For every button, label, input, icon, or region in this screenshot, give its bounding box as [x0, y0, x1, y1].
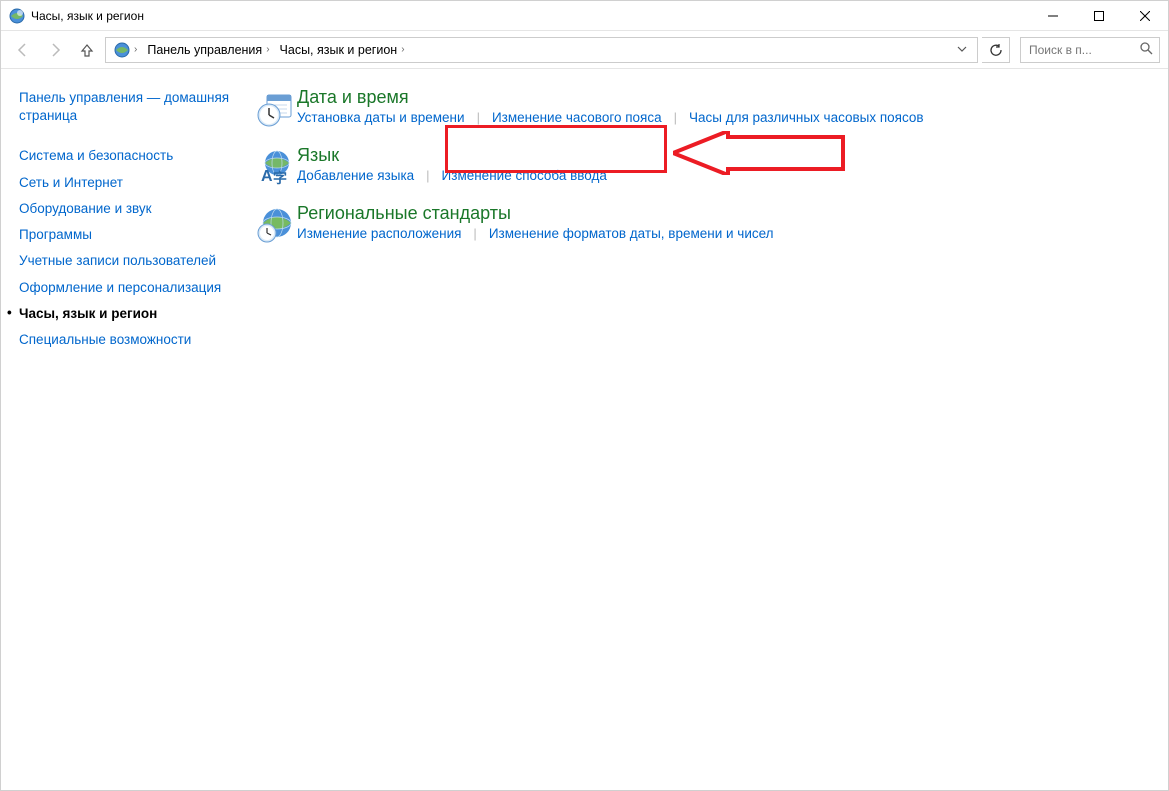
sidebar-item-clock-language-region[interactable]: Часы, язык и регион [19, 301, 233, 327]
sidebar-item-accessibility[interactable]: Специальные возможности [19, 327, 233, 353]
search-box[interactable] [1020, 37, 1160, 63]
window-controls [1030, 1, 1168, 30]
refresh-button[interactable] [982, 37, 1010, 63]
sidebar-item-accounts[interactable]: Учетные записи пользователей [19, 248, 233, 274]
search-input[interactable] [1027, 42, 1140, 58]
section-language: A 字 Язык Добавление языка | Изменение сп… [253, 145, 1150, 195]
language-globe-icon: A 字 [253, 145, 297, 189]
sidebar-item-appearance[interactable]: Оформление и персонализация [19, 275, 233, 301]
sublink-change-formats[interactable]: Изменение форматов даты, времени и чисел [489, 224, 774, 243]
clock-calendar-icon [253, 87, 297, 131]
nav-back-button[interactable] [9, 36, 37, 64]
nav-forward-button[interactable] [41, 36, 69, 64]
section-region: Региональные стандарты Изменение располо… [253, 203, 1150, 253]
chevron-right-icon: › [134, 44, 137, 55]
divider: | [674, 110, 677, 125]
breadcrumb-seg-1[interactable]: Панель управления › [143, 43, 273, 57]
sidebar: Панель управления — домашняя страница Си… [1, 69, 243, 790]
globe-region-icon [253, 203, 297, 247]
breadcrumb-root-icon[interactable]: › [110, 42, 141, 58]
sidebar-item-programs[interactable]: Программы [19, 222, 233, 248]
sidebar-home-link[interactable]: Панель управления — домашняя страница [19, 85, 233, 129]
titlebar: Часы, язык и регион [1, 1, 1168, 31]
maximize-button[interactable] [1076, 1, 1122, 30]
sublink-set-date-time[interactable]: Установка даты и времени [297, 108, 465, 127]
svg-text:字: 字 [273, 170, 287, 186]
breadcrumb-seg-1-label: Панель управления [147, 43, 262, 57]
section-title-date-time[interactable]: Дата и время [297, 87, 409, 107]
section-title-language[interactable]: Язык [297, 145, 339, 165]
app-icon [9, 8, 25, 24]
sublink-add-language[interactable]: Добавление языка [297, 166, 414, 185]
breadcrumb[interactable]: › Панель управления › Часы, язык и регио… [105, 37, 978, 63]
breadcrumb-seg-2[interactable]: Часы, язык и регион › [276, 43, 409, 57]
breadcrumb-dropdown[interactable] [951, 43, 973, 57]
chevron-right-icon: › [266, 44, 269, 55]
svg-text:A: A [261, 168, 273, 185]
sublink-change-location[interactable]: Изменение расположения [297, 224, 461, 243]
section-date-time: Дата и время Установка даты и времени | … [253, 87, 1150, 137]
close-button[interactable] [1122, 1, 1168, 30]
divider: | [426, 168, 429, 183]
minimize-button[interactable] [1030, 1, 1076, 30]
sidebar-item-hardware[interactable]: Оборудование и звук [19, 196, 233, 222]
window-title: Часы, язык и регион [31, 9, 144, 23]
nav-row: › Панель управления › Часы, язык и регио… [1, 31, 1168, 69]
sublink-additional-clocks[interactable]: Часы для различных часовых поясов [689, 108, 924, 127]
content: Дата и время Установка даты и времени | … [243, 69, 1168, 790]
section-title-region[interactable]: Региональные стандарты [297, 203, 511, 223]
sidebar-item-network[interactable]: Сеть и Интернет [19, 170, 233, 196]
nav-up-button[interactable] [73, 36, 101, 64]
sidebar-item-system[interactable]: Система и безопасность [19, 143, 233, 169]
divider: | [473, 226, 476, 241]
sublink-change-input-method[interactable]: Изменение способа ввода [442, 166, 607, 185]
sublink-change-timezone[interactable]: Изменение часового пояса [492, 108, 662, 127]
divider: | [477, 110, 480, 125]
breadcrumb-seg-2-label: Часы, язык и регион [280, 43, 398, 57]
search-icon [1140, 42, 1153, 58]
chevron-right-icon: › [401, 44, 404, 55]
